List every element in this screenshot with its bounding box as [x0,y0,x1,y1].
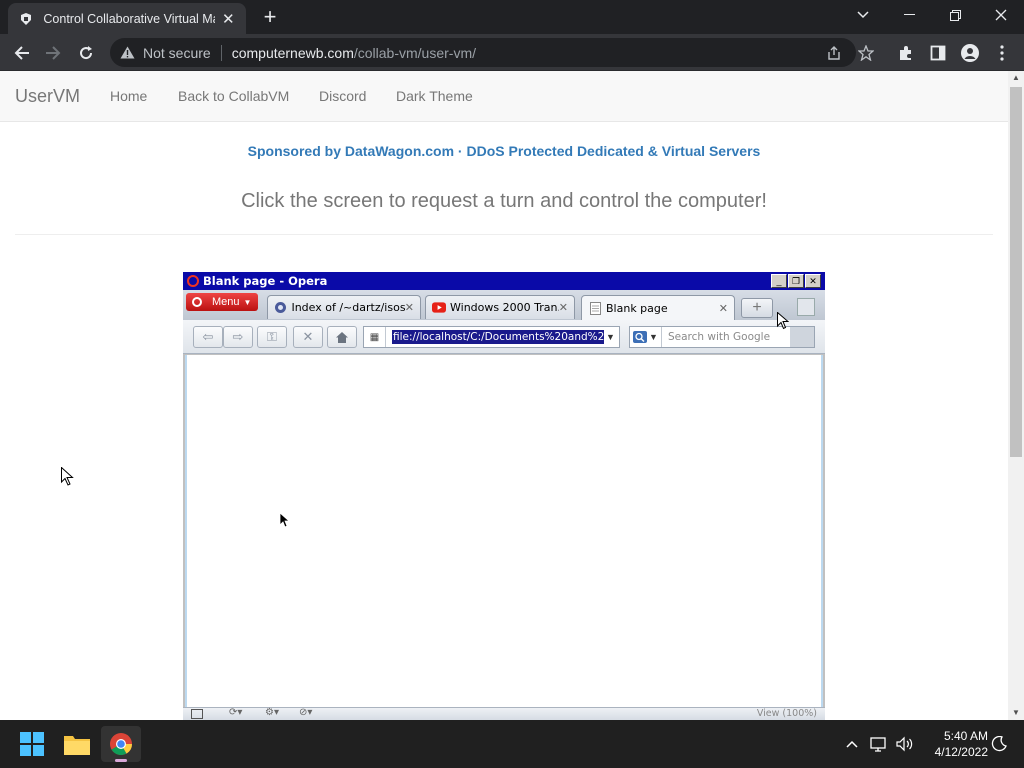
close-window-button[interactable] [978,0,1024,30]
opera-tab-index[interactable]: Index of /~dartz/isos/ ✕ [267,295,421,319]
vm-cursor-icon [280,513,290,528]
not-secure-label: Not secure [143,44,211,61]
side-panel-icon[interactable] [928,43,948,63]
tab-search-chevron-icon[interactable] [840,0,886,30]
search-go-icon[interactable] [790,327,814,347]
opera-page-content[interactable] [185,355,823,707]
opera-menu-button[interactable]: Menu ▼ [186,293,258,311]
tab-close-icon[interactable]: ✕ [405,301,414,314]
tab-close-icon[interactable]: ✕ [221,10,236,28]
opera-wand-key-icon[interactable]: ⚿ [257,326,287,348]
browser-toolbar: Not secure computernewb.com/collab-vm/us… [0,34,1024,71]
opera-tab-youtube[interactable]: Windows 2000 Tran… ✕ [425,295,575,319]
address-dropdown-icon[interactable]: ▼ [606,332,615,342]
reload-button[interactable] [73,40,99,66]
start-windows-icon[interactable] [12,726,52,762]
nav-discord-link[interactable]: Discord [319,88,366,104]
vm-minimize-button[interactable]: _ [771,274,787,288]
opera-tab-label: Windows 2000 Tran… [450,301,559,314]
opera-statusbar: ⟳▾ ⚙▾ ⊘▾ View (100%) [183,707,825,720]
system-clock[interactable]: 5:40 AM 4/12/2022 [935,728,988,760]
nav-dark-theme-link[interactable]: Dark Theme [396,88,473,104]
zoom-level[interactable]: View (100%) [757,708,817,719]
minimize-button[interactable] [886,0,932,30]
panel-toggle-icon[interactable] [191,709,203,719]
turbo-icon[interactable]: ⚙▾ [265,707,279,718]
remote-cursor-icon [777,312,789,330]
opera-home-icon[interactable] [327,326,357,348]
speed-dial-grid-icon[interactable]: ▦ [364,327,386,347]
page-scrollbar[interactable]: ▲ ▼ [1008,71,1024,720]
browser-tabstrip: Control Collaborative Virtual Mac ✕ + [0,0,1024,34]
browser-tab-title: Control Collaborative Virtual Mac [43,11,215,26]
opera-address-field[interactable]: ▦ file://localhost/C:/Documents%20and%20… [363,326,620,348]
opera-forward-arrow-icon[interactable]: ⇨ [223,326,253,348]
vm-close-button[interactable]: ✕ [805,274,821,288]
sync-icon[interactable]: ⟳▾ [229,707,242,718]
volume-icon[interactable] [888,726,922,762]
bookmark-star-icon[interactable] [857,44,875,62]
tab-close-icon[interactable]: ✕ [559,301,568,314]
focus-moon-icon[interactable] [984,726,1014,762]
url-host: computernewb.com [231,44,354,61]
scrollbar-thumb[interactable] [1010,87,1022,457]
forward-button[interactable] [40,40,66,66]
opera-menu-label: Menu [212,296,240,308]
scroll-up-arrow-icon[interactable]: ▲ [1008,71,1024,85]
divider [15,234,993,235]
mouse-cursor-icon [61,467,74,486]
browser-tab-active[interactable]: Control Collaborative Virtual Mac ✕ [8,3,246,34]
omnibox-separator [220,44,222,61]
web-page: UserVM Home Back to CollabVM Discord Dar… [0,71,1008,720]
not-secure-indicator[interactable]: Not secure [120,45,211,61]
nav-back-to-collabvm-link[interactable]: Back to CollabVM [178,88,289,104]
opera-new-tab-button[interactable]: + [741,298,773,318]
address-bar[interactable]: Not secure computernewb.com/collab-vm/us… [110,38,874,67]
turn-instruction: Click the screen to request a turn and c… [241,190,767,212]
windows-taskbar: 5:40 AM 4/12/2022 [0,720,1024,768]
opera-search-placeholder: Search with Google [668,331,771,343]
vm-screen[interactable]: Blank page - Opera _ ❐ ✕ Menu ▼ Index of… [183,272,825,720]
warning-triangle-icon [120,46,135,59]
url-path: /collab-vm/user-vm/ [353,44,477,61]
opera-tabbar: Menu ▼ Index of /~dartz/isos/ ✕ Windows … [183,290,825,320]
tab-close-icon[interactable]: ✕ [719,302,728,315]
opera-tab-label: Blank page [606,301,668,315]
opera-titlebar: Blank page - Opera _ ❐ ✕ [183,272,825,290]
page-icon [588,301,602,315]
search-engine-icon[interactable]: ▼ [630,327,662,347]
collabvm-favicon-icon [18,11,33,27]
menu-dropdown-icon: ▼ [243,297,252,307]
file-explorer-icon[interactable] [57,726,97,762]
new-tab-button[interactable]: + [258,6,282,28]
opera-back-arrow-icon[interactable]: ⇦ [193,326,223,348]
images-icon[interactable]: ⊘▾ [299,707,312,718]
chrome-taskbar-icon[interactable] [101,726,141,762]
profile-avatar-icon[interactable] [960,43,980,63]
site-brand[interactable]: UserVM [15,86,80,107]
extensions-puzzle-icon[interactable] [896,43,916,63]
opera-stop-icon[interactable]: ✕ [293,326,323,348]
site-navbar: UserVM Home Back to CollabVM Discord Dar… [0,71,1008,122]
nav-home-link[interactable]: Home [110,88,147,104]
opera-address-value: file://localhost/C:/Documents%20and%20S [392,330,604,344]
vm-restore-button[interactable]: ❐ [788,274,804,288]
closed-tabs-trash-icon[interactable] [797,298,815,316]
back-button[interactable] [9,40,35,66]
sponsor-link[interactable]: Sponsored by DataWagon.com · DDoS Protec… [0,143,1008,159]
clock-time: 5:40 AM [943,729,988,743]
opera-tab-blank[interactable]: Blank page ✕ [581,295,735,320]
opera-logo-icon [187,275,199,287]
opera-window-title: Blank page - Opera [203,274,328,288]
chrome-menu-icon[interactable] [992,43,1012,63]
youtube-icon [432,301,446,315]
opera-tab-label: Index of /~dartz/isos/ [291,301,405,314]
clock-date: 4/12/2022 [934,745,988,759]
opera-o-icon [192,297,202,307]
scroll-down-arrow-icon[interactable]: ▼ [1008,706,1024,720]
server-icon [274,301,287,315]
restore-button[interactable] [932,0,978,30]
share-icon[interactable] [825,44,843,62]
opera-toolbar: ⇦ ⇨ ⚿ ✕ ▦ file://localhost/C:/Documents%… [183,320,825,354]
